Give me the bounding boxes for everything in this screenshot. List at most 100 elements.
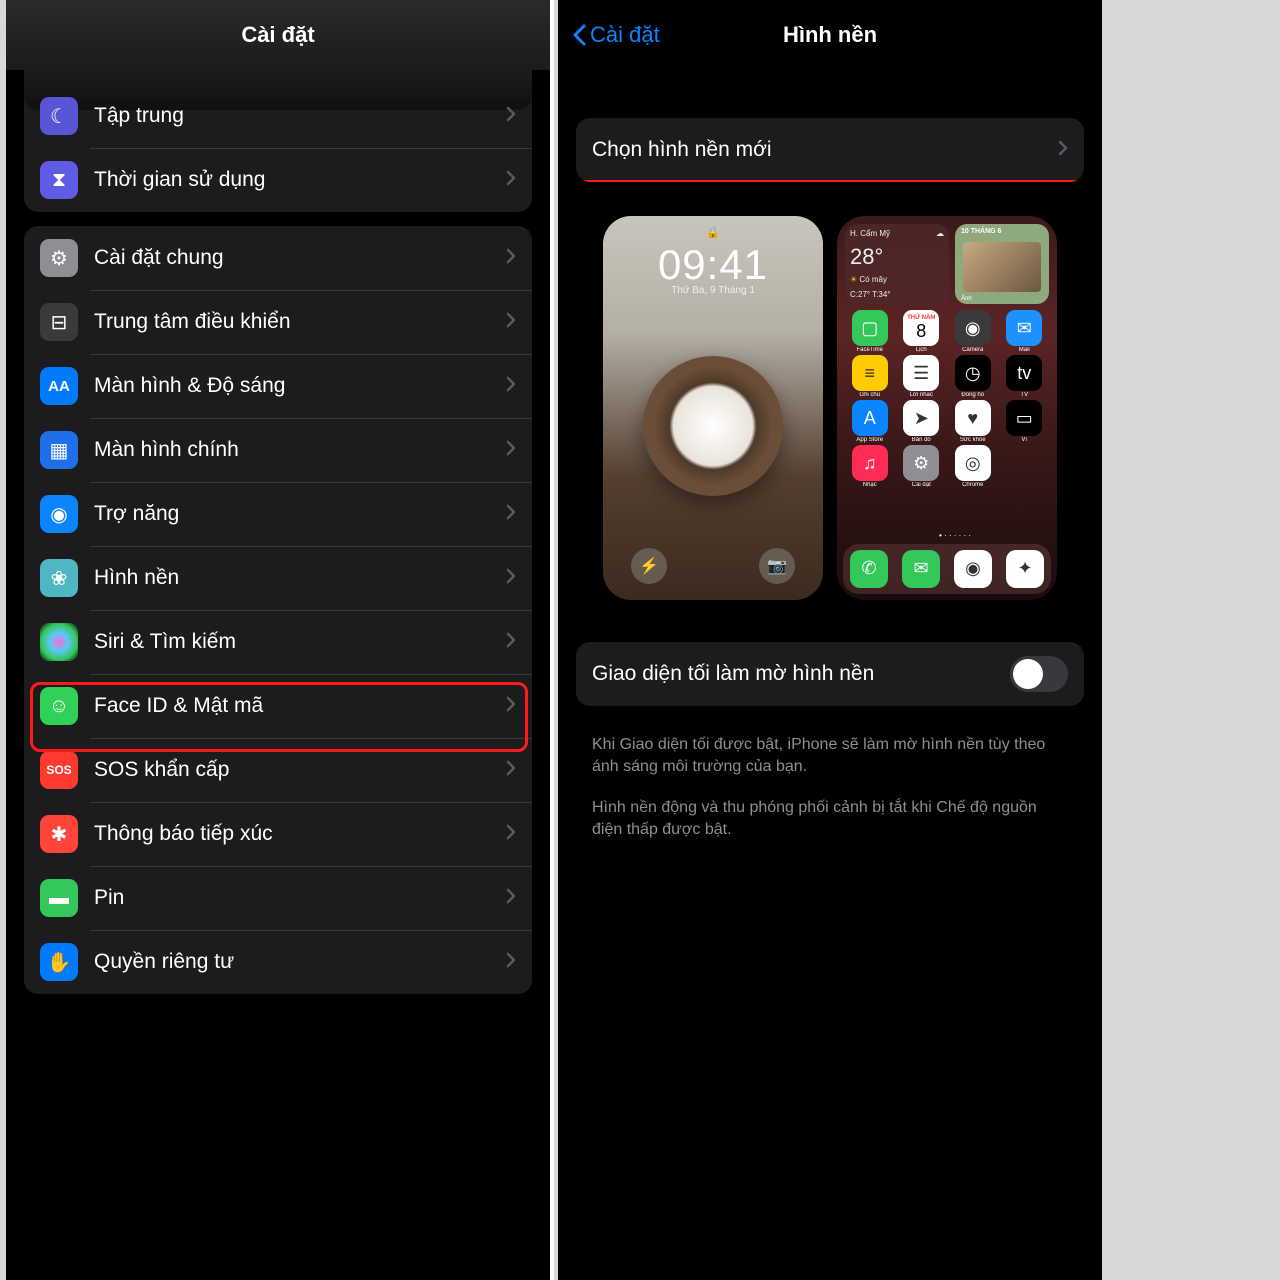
weather-widget: H. Cẩm Mỹ☁ 28° ☀ Có mây C:27° T:34° <box>845 224 949 304</box>
row-label: Màn hình & Độ sáng <box>94 374 506 398</box>
dock-app-icon: ✉ <box>902 550 940 588</box>
settings-row-siri[interactable]: Siri & Tìm kiếm <box>24 610 532 674</box>
settings-row-exposure[interactable]: ✱Thông báo tiếp xúc <box>24 802 532 866</box>
row-label: Siri & Tìm kiếm <box>94 630 506 654</box>
row-label: SOS khẩn cấp <box>94 758 506 782</box>
chevron-right-icon <box>506 568 516 589</box>
hourglass-icon: ⧗ <box>40 161 78 199</box>
privacy-icon: ✋ <box>40 943 78 981</box>
app-icon: ◉Camera <box>948 310 998 353</box>
settings-row-control-center[interactable]: ⊟ Trung tâm điều khiển <box>24 290 532 354</box>
dark-dim-row: Giao diện tối làm mờ hình nền <box>576 642 1084 706</box>
app-grid: ▢FaceTimeTHỨ NĂM8Lịch◉Camera✉Mail≡Ghi ch… <box>845 310 1049 488</box>
row-label: Trợ năng <box>94 502 506 526</box>
settings-row-privacy[interactable]: ✋Quyền riêng tư <box>24 930 532 994</box>
row-label: Face ID & Mật mã <box>94 694 506 718</box>
app-icon: ◎Chrome <box>948 445 998 488</box>
nav-header: Cài đặt Hình nền <box>558 0 1102 70</box>
control-center-icon: ⊟ <box>40 303 78 341</box>
coffee-cup-image <box>643 356 783 496</box>
photo-widget: 10 THÁNG 6 Ảnh <box>955 224 1049 304</box>
camera-icon: 📷 <box>759 548 795 584</box>
app-icon: ➤Bản đồ <box>897 400 947 443</box>
app-icon: AApp Store <box>845 400 895 443</box>
flashlight-icon: ⚡ <box>631 548 667 584</box>
wallpaper-icon: ❀ <box>40 559 78 597</box>
dock-app-icon: ◉ <box>954 550 992 588</box>
gear-icon: ⚙ <box>40 239 78 277</box>
chevron-right-icon <box>506 106 516 127</box>
app-icon: ♫Nhạc <box>845 445 895 488</box>
home-screen-preview[interactable]: H. Cẩm Mỹ☁ 28° ☀ Có mây C:27° T:34° 10 T… <box>837 216 1057 600</box>
lock-date: Thứ Ba, 9 Tháng 1 <box>671 285 755 296</box>
app-icon: ≡Ghi chú <box>845 355 895 398</box>
page-title: Hình nền <box>783 22 877 48</box>
row-label: Màn hình chính <box>94 438 506 462</box>
row-label: Pin <box>94 886 506 910</box>
faceid-icon: ☺ <box>40 687 78 725</box>
dock-app-icon: ✆ <box>850 550 888 588</box>
app-icon <box>1000 445 1050 488</box>
chevron-right-icon <box>506 632 516 653</box>
nav-header: Cài đặt <box>6 0 550 70</box>
home-screen-icon: ▦ <box>40 431 78 469</box>
dark-dim-label: Giao diện tối làm mờ hình nền <box>592 662 1010 686</box>
chevron-right-icon <box>506 824 516 845</box>
row-label: Cài đặt chung <box>94 246 506 270</box>
settings-row-accessibility[interactable]: ◉Trợ năng <box>24 482 532 546</box>
page-title: Cài đặt <box>241 22 314 48</box>
settings-row-faceid[interactable]: ☺ Face ID & Mật mã <box>24 674 532 738</box>
chevron-right-icon <box>506 440 516 461</box>
chevron-right-icon <box>506 170 516 191</box>
chevron-right-icon <box>1058 140 1068 161</box>
battery-icon: ▬ <box>40 879 78 917</box>
dock: ✆ ✉ ◉ ✦ <box>843 544 1051 594</box>
dark-dim-toggle[interactable] <box>1010 656 1068 692</box>
row-label: Tập trung <box>94 104 506 128</box>
settings-row-hourglass[interactable]: ⧗ Thời gian sử dụng <box>24 148 532 212</box>
app-icon: ♥Sức khỏe <box>948 400 998 443</box>
display-icon: AA <box>40 367 78 405</box>
settings-row-display[interactable]: AA Màn hình & Độ sáng <box>24 354 532 418</box>
settings-row-moon[interactable]: ☾ Tập trung <box>24 84 532 148</box>
app-icon: ▭Ví <box>1000 400 1050 443</box>
chevron-right-icon <box>506 504 516 525</box>
back-label: Cài đặt <box>590 22 660 48</box>
chevron-right-icon <box>506 376 516 397</box>
settings-row-wallpaper[interactable]: ❀Hình nền <box>24 546 532 610</box>
settings-row-battery[interactable]: ▬ Pin <box>24 866 532 930</box>
row-label: Trung tâm điều khiển <box>94 310 506 334</box>
settings-group-general: ⚙ Cài đặt chung ⊟ Trung tâm điều khiển AA Màn… <box>24 226 532 994</box>
footer-text-1: Khi Giao diện tối được bật, iPhone sẽ là… <box>558 720 1102 793</box>
footer-text-2: Hình nền động và thu phóng phối cảnh bị … <box>558 793 1102 856</box>
moon-icon: ☾ <box>40 97 78 135</box>
toggle-knob <box>1013 659 1043 689</box>
settings-list-panel: Cài đặt ☾ Tập trung ⧗ Thời gian sử dụng ⚙ Cà… <box>6 0 550 1280</box>
choose-wallpaper-row[interactable]: Chọn hình nền mới <box>576 118 1084 182</box>
row-label: Thời gian sử dụng <box>94 168 506 192</box>
app-icon: ⚙Cài đặt <box>897 445 947 488</box>
chevron-right-icon <box>506 312 516 333</box>
lock-screen-preview[interactable]: 🔒 09:41 Thứ Ba, 9 Tháng 1 ⚡ 📷 <box>603 216 823 600</box>
sos-icon: SOS <box>40 751 78 789</box>
siri-icon <box>40 623 78 661</box>
app-icon: ✉Mail <box>1000 310 1050 353</box>
chevron-right-icon <box>506 952 516 973</box>
app-icon: ◷Đồng hồ <box>948 355 998 398</box>
exposure-icon: ✱ <box>40 815 78 853</box>
settings-row-sos[interactable]: SOS SOS khẩn cấp <box>24 738 532 802</box>
choose-wallpaper-label: Chọn hình nền mới <box>592 138 1058 162</box>
chevron-right-icon <box>506 760 516 781</box>
chevron-right-icon <box>506 888 516 909</box>
app-icon: tvTV <box>1000 355 1050 398</box>
chevron-right-icon <box>506 248 516 269</box>
back-button[interactable]: Cài đặt <box>572 22 660 48</box>
lock-time: 09:41 <box>658 241 768 289</box>
wallpaper-preview-area: 🔒 09:41 Thứ Ba, 9 Tháng 1 ⚡ 📷 H. Cẩm Mỹ☁… <box>558 196 1102 628</box>
settings-row-gear[interactable]: ⚙ Cài đặt chung <box>24 226 532 290</box>
dock-app-icon: ✦ <box>1006 550 1044 588</box>
chevron-right-icon <box>506 696 516 717</box>
lock-icon: 🔒 <box>706 226 720 239</box>
dark-appearance-group: Giao diện tối làm mờ hình nền <box>576 642 1084 706</box>
settings-row-home-screen[interactable]: ▦ Màn hình chính <box>24 418 532 482</box>
